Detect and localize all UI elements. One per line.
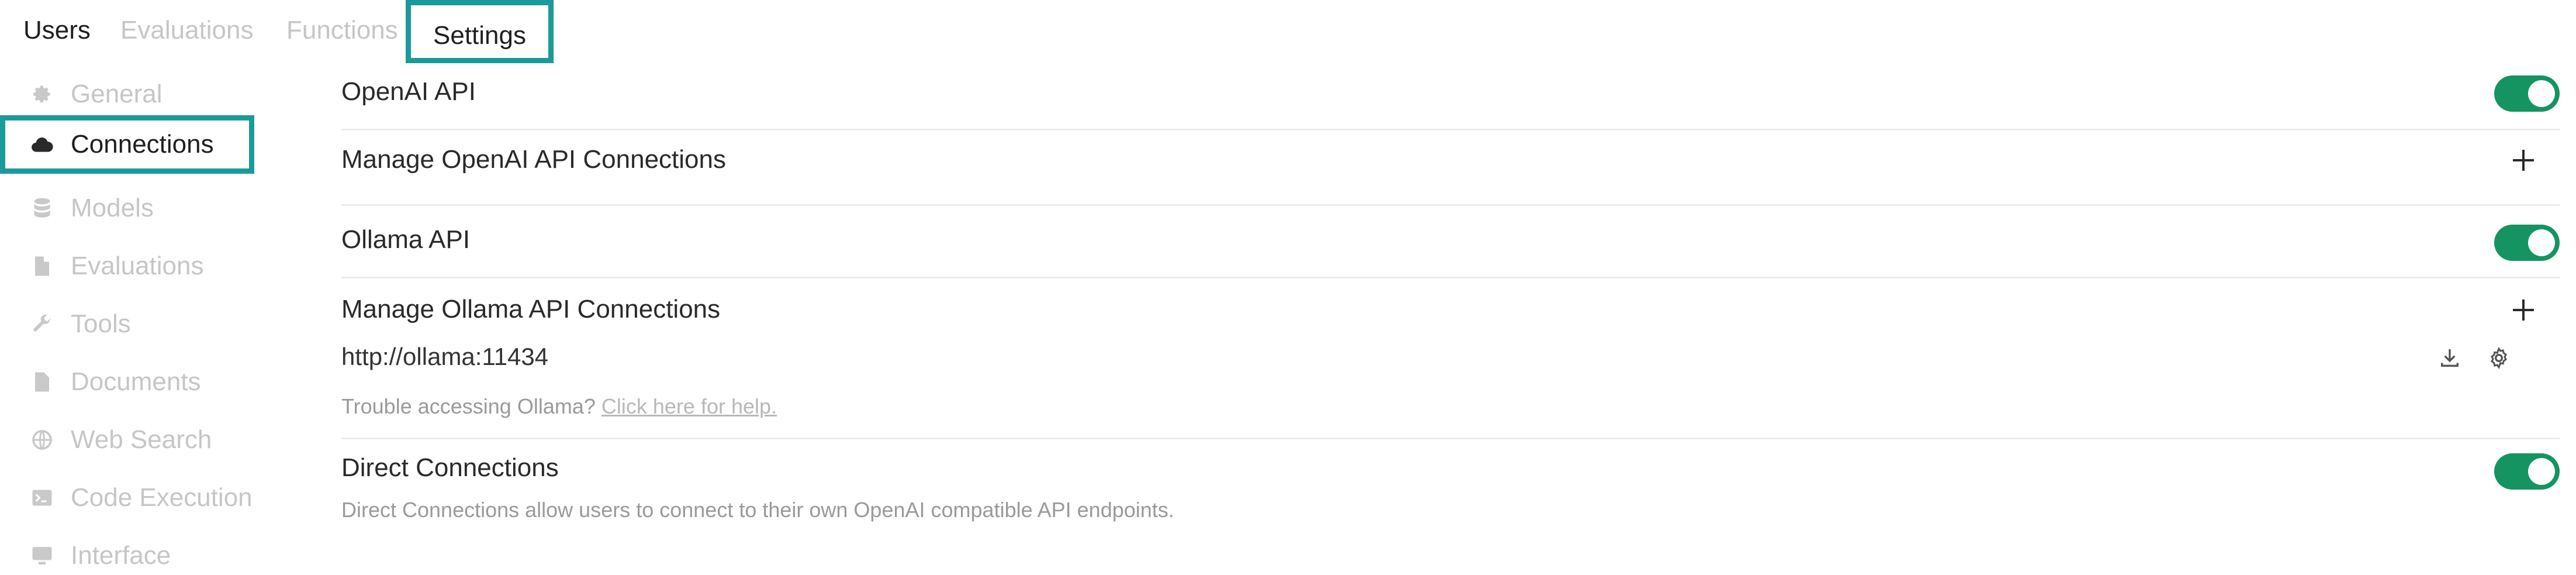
top-tabs: Users Evaluations Functions Settings xyxy=(0,0,701,66)
database-icon xyxy=(30,197,54,220)
document-icon xyxy=(30,254,54,278)
divider xyxy=(341,277,2560,278)
terminal-icon xyxy=(30,486,54,509)
sidebar-item-label: General xyxy=(71,80,162,108)
gear-icon xyxy=(30,82,54,106)
sidebar-item-models[interactable]: Models xyxy=(0,179,254,237)
ollama-api-toggle[interactable] xyxy=(2494,225,2560,261)
sidebar-item-label: Web Search xyxy=(71,425,212,454)
globe-icon xyxy=(30,428,54,452)
add-openai-connection-button[interactable] xyxy=(2511,147,2536,173)
monitor-icon xyxy=(30,544,54,567)
direct-connections-toggle[interactable] xyxy=(2494,453,2560,490)
sidebar-item-code-execution[interactable]: Code Execution xyxy=(0,469,254,527)
direct-connections-title: Direct Connections xyxy=(341,453,559,482)
ollama-help-text: Trouble accessing Ollama? Click here for… xyxy=(341,393,777,420)
download-icon[interactable] xyxy=(2436,344,2464,372)
tab-settings[interactable]: Settings xyxy=(406,0,554,63)
add-ollama-connection-button[interactable] xyxy=(2511,297,2536,323)
sidebar-item-tools[interactable]: Tools xyxy=(0,295,254,353)
sidebar-item-connections[interactable]: Connections xyxy=(0,115,254,174)
cloud-icon xyxy=(30,133,54,156)
ollama-api-title: Ollama API xyxy=(341,225,471,254)
ollama-connection-url: http://ollama:11434 xyxy=(341,343,549,370)
sidebar-item-label: Interface xyxy=(71,541,171,570)
tab-functions[interactable]: Functions xyxy=(286,13,398,48)
sidebar-item-documents[interactable]: Documents xyxy=(0,353,254,411)
sidebar-item-label: Evaluations xyxy=(71,252,204,280)
sidebar-item-label: Code Execution xyxy=(71,483,253,512)
ollama-help-link[interactable]: Click here for help. xyxy=(601,394,777,418)
tab-evaluations[interactable]: Evaluations xyxy=(120,13,253,48)
openai-api-toggle[interactable] xyxy=(2494,75,2560,112)
gear-icon[interactable] xyxy=(2485,344,2513,372)
direct-connections-description: Direct Connections allow users to connec… xyxy=(341,498,1174,522)
manage-ollama-connections-label: Manage Ollama API Connections xyxy=(341,295,721,323)
sidebar-item-interface[interactable]: Interface xyxy=(0,526,254,575)
wrench-icon xyxy=(30,312,54,336)
sidebar-item-web-search[interactable]: Web Search xyxy=(0,411,254,469)
tab-users[interactable]: Users xyxy=(23,13,91,48)
sidebar-item-label: Tools xyxy=(71,309,131,338)
manage-openai-connections-label: Manage OpenAI API Connections xyxy=(341,145,726,174)
sidebar-item-evaluations[interactable]: Evaluations xyxy=(0,237,254,295)
sidebar-item-general[interactable]: General xyxy=(0,65,254,123)
ollama-help-prefix: Trouble accessing Ollama? xyxy=(341,394,596,418)
openai-api-title: OpenAI API xyxy=(341,77,476,106)
divider xyxy=(341,129,2560,130)
sidebar-item-label: Models xyxy=(71,194,154,222)
document-icon xyxy=(30,370,54,394)
admin-settings-page: Users Evaluations Functions Settings Gen… xyxy=(0,0,2576,575)
toggle-knob xyxy=(2528,229,2555,256)
sidebar-item-label: Connections xyxy=(71,130,214,159)
toggle-knob xyxy=(2528,458,2555,485)
divider xyxy=(341,204,2560,206)
divider xyxy=(341,438,2560,439)
toggle-knob xyxy=(2528,80,2555,107)
sidebar-item-label: Documents xyxy=(71,367,201,396)
